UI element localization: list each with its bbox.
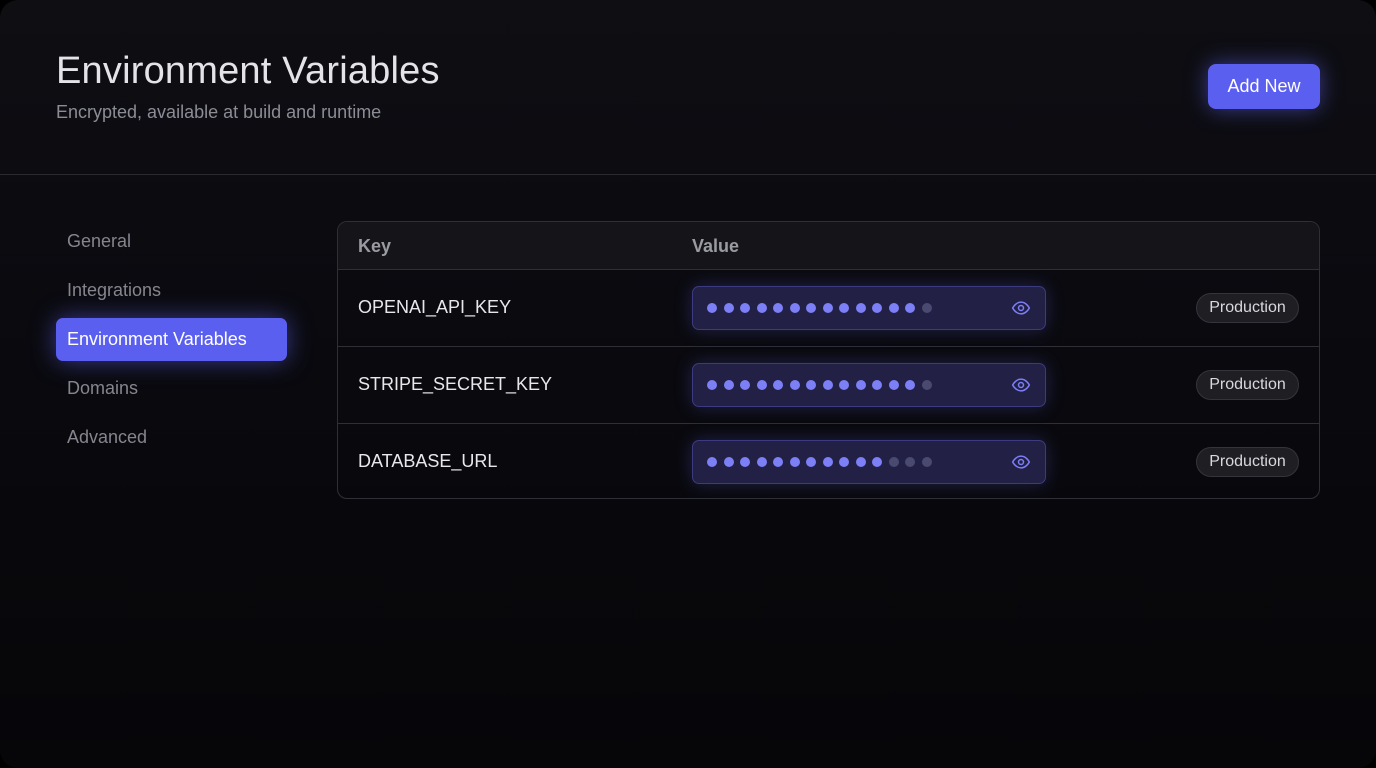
masked-dot: [723, 457, 734, 467]
masked-dot: [839, 457, 849, 467]
masked-dot: [707, 457, 717, 467]
masked-dot: [822, 457, 833, 467]
masked-dot: [855, 380, 866, 390]
page-header: Environment Variables Encrypted, availab…: [0, 0, 1376, 175]
masked-dot: [773, 457, 783, 467]
masked-dot: [888, 380, 899, 390]
page-title: Environment Variables: [56, 50, 440, 92]
masked-dot: [789, 380, 800, 390]
column-header-value: Value: [692, 236, 740, 256]
sidebar-item-domains[interactable]: Domains: [56, 367, 287, 410]
app-window: Environment Variables Encrypted, availab…: [0, 0, 1376, 768]
sidebar-item-environment-variables[interactable]: Environment Variables: [56, 318, 287, 361]
settings-sidebar: General Integrations Environment Variabl…: [56, 220, 287, 465]
variable-key: STRIPE_SECRET_KEY: [358, 374, 553, 394]
masked-value-dots: [707, 457, 938, 467]
masked-dot: [921, 303, 932, 313]
page-subtitle: Encrypted, available at build and runtim…: [56, 102, 382, 122]
masked-value-field[interactable]: [692, 286, 1046, 330]
masked-dot: [806, 457, 816, 467]
sidebar-item-integrations[interactable]: Integrations: [56, 269, 287, 312]
sidebar-item-advanced[interactable]: Advanced: [56, 416, 287, 459]
masked-value-dots: [707, 303, 938, 313]
masked-dot: [872, 380, 882, 390]
column-header-key: Key: [358, 236, 392, 256]
masked-dot: [756, 380, 767, 390]
table-row: OPENAI_API_KEY Production: [338, 270, 1319, 347]
masked-dot: [756, 457, 767, 467]
masked-dot: [872, 303, 882, 313]
masked-dot: [839, 303, 849, 313]
masked-dot: [773, 303, 783, 313]
masked-dot: [789, 457, 800, 467]
table-header: Key Value: [338, 222, 1319, 270]
masked-value-field[interactable]: [692, 440, 1046, 484]
masked-dot: [740, 303, 750, 313]
table-row: STRIPE_SECRET_KEY Production: [338, 347, 1319, 424]
environment-badge: Production: [1196, 370, 1299, 400]
masked-dot: [707, 380, 717, 390]
masked-value-field[interactable]: [692, 363, 1046, 407]
masked-dot: [822, 380, 833, 390]
masked-dot: [723, 303, 734, 313]
masked-dot: [905, 380, 915, 390]
masked-dot: [822, 303, 833, 313]
masked-value-dots: [707, 380, 938, 390]
masked-dot: [888, 457, 899, 467]
masked-dot: [905, 457, 915, 467]
sidebar-item-general[interactable]: General: [56, 220, 287, 263]
eye-icon[interactable]: [1010, 452, 1032, 472]
environment-badge: Production: [1196, 447, 1299, 477]
masked-dot: [839, 380, 849, 390]
masked-dot: [806, 303, 816, 313]
masked-dot: [872, 457, 882, 467]
masked-dot: [921, 380, 932, 390]
variable-key: DATABASE_URL: [358, 451, 498, 471]
eye-icon[interactable]: [1010, 298, 1032, 318]
masked-dot: [806, 380, 816, 390]
table-row: DATABASE_URL Production: [338, 424, 1319, 498]
masked-dot: [921, 457, 932, 467]
masked-dot: [855, 457, 866, 467]
masked-dot: [740, 380, 750, 390]
masked-dot: [723, 380, 734, 390]
masked-dot: [707, 303, 717, 313]
variable-key: OPENAI_API_KEY: [358, 297, 512, 317]
env-variables-table: Key Value OPENAI_API_KEY Production STRI…: [337, 221, 1320, 499]
masked-dot: [756, 303, 767, 313]
masked-dot: [855, 303, 866, 313]
masked-dot: [740, 457, 750, 467]
masked-dot: [888, 303, 899, 313]
eye-icon[interactable]: [1010, 375, 1032, 395]
masked-dot: [905, 303, 915, 313]
environment-badge: Production: [1196, 293, 1299, 323]
masked-dot: [773, 380, 783, 390]
masked-dot: [789, 303, 800, 313]
add-new-button[interactable]: Add New: [1208, 64, 1320, 109]
